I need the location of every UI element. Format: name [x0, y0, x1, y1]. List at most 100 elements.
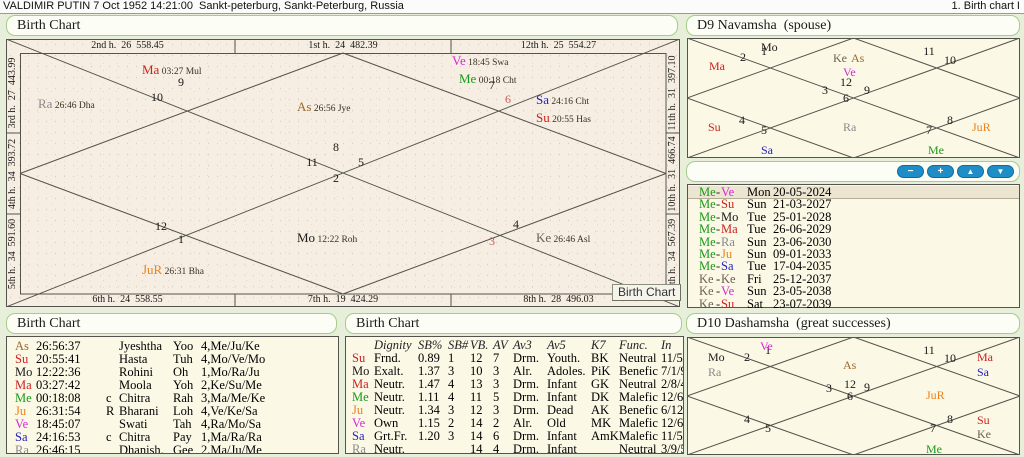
- dasha-row[interactable]: Me - Ju Sun 09-01-2033: [688, 247, 1019, 261]
- house-number: 10: [151, 90, 163, 104]
- dasha-date: 20-05-2024: [773, 185, 832, 199]
- planet-label: Ke: [977, 426, 991, 442]
- cell: Infant: [547, 442, 577, 454]
- cell-planet: Ra: [352, 442, 366, 454]
- dasha-row[interactable]: Me - Ra Sun 23-06-2030: [688, 234, 1019, 249]
- d10-chart-canvas[interactable]: 1 2 11 10 12 3 9 6 4 5 8 7 Ve Mo Ra As Ma Sa JuR Su Ke Me: [687, 337, 1020, 455]
- cell-lords: 2,Ma/Ju/Me: [201, 443, 262, 454]
- house-number: 6: [843, 91, 849, 105]
- bhava-label: 8th h. 28 496.03: [523, 294, 594, 305]
- bhava-label: 4th h. 34 393.72: [7, 138, 18, 209]
- dasha-date: 26-06-2029: [773, 222, 832, 237]
- planet-label: Me: [926, 441, 942, 457]
- cell: 3/9/5: [661, 442, 683, 454]
- d9-chart-canvas[interactable]: 1 2 11 10 12 3 9 6 4 5 8 7 Mo Ma Ke As Ve Su Sa Ra JuR Me: [687, 38, 1020, 158]
- dasha-sublord: Sa: [721, 259, 734, 274]
- planet-label: JuR: [972, 119, 991, 135]
- down-button[interactable]: ▼: [987, 165, 1014, 178]
- dasha-dash: -: [716, 209, 721, 224]
- planet-abbr: Ra: [708, 365, 722, 379]
- bhava-label: 1st h. 24 482.39: [308, 40, 378, 51]
- dasha-row[interactable]: Me - Su Sun 21-03-2027: [688, 197, 1019, 212]
- dasha-dash: -: [716, 284, 721, 299]
- dasha-row[interactable]: Ke - Ve Sun 23-05-2038: [688, 284, 1019, 299]
- dasha-dash: -: [716, 247, 721, 261]
- dasha-list[interactable]: Me - Ve Mon 20-05-2024 Me - Su Sun 21-03-2027 Me - M…: [687, 184, 1020, 311]
- planet-label: Ma: [977, 349, 993, 365]
- planet-degree: 26:46 Asl: [551, 235, 591, 245]
- dasha-row[interactable]: Me - Sa Tue 17-04-2035: [688, 259, 1019, 274]
- vimshottari-header: Vimshottari −+▲▼: [686, 161, 1020, 198]
- cell: AmK: [591, 429, 619, 443]
- main-chart-header: Birth Chart: [6, 15, 678, 36]
- planet-label: Ma 03:27 Mul: [142, 62, 202, 78]
- dasha-row[interactable]: Ke - Ke Fri 25-12-2037: [688, 271, 1019, 286]
- planet-degree: 03:27 Mul: [159, 67, 202, 77]
- planet-degree: 26:56 Jye: [311, 104, 351, 114]
- planet-abbr: Su: [708, 120, 721, 134]
- house-number: 6: [505, 92, 511, 106]
- bhava-label: 6th h. 24 558.55: [92, 294, 163, 305]
- person-birth-data: VALDIMIR PUTIN 7 Oct 1952 14:21:00 Sankt…: [3, 0, 404, 12]
- house-number: 11: [923, 343, 935, 357]
- dasha-row[interactable]: Me - Ma Tue 26-06-2029: [688, 222, 1019, 237]
- planet-label: Ke 26:46 Asl: [536, 230, 590, 246]
- house-number: 5: [765, 421, 771, 435]
- title-bar: VALDIMIR PUTIN 7 Oct 1952 14:21:00 Sankt…: [0, 0, 1024, 14]
- planet-degree: 24:16 Cht: [549, 97, 590, 107]
- strengths-table: Dignity SB% SB# VB. AV Av3 Av5 K7 Func. In Su Frnd.…: [345, 336, 684, 454]
- dasha-date: 25-12-2037: [773, 271, 832, 286]
- cell-nakshatra: Dhanish.: [119, 443, 164, 454]
- dasha-date: 23-06-2030: [773, 234, 832, 249]
- planet-abbr: JuR: [926, 388, 945, 402]
- dasha-day: Fri: [747, 271, 762, 286]
- planet-label: JuR 26:31 Bha: [142, 262, 204, 278]
- dasha-row[interactable]: Ke - Su Sat 23-07-2039: [688, 296, 1019, 311]
- planet-label: Ra 26:46 Dha: [38, 96, 95, 112]
- planet-label: As: [843, 357, 856, 373]
- planet-label: Sa: [977, 364, 989, 380]
- planet-label: Ra: [843, 119, 856, 135]
- planet-label: JuR: [926, 387, 945, 403]
- dasha-dash: -: [716, 234, 721, 249]
- up-icon: ▲: [966, 167, 975, 176]
- dasha-dash: -: [716, 185, 721, 199]
- dasha-dash: -: [716, 259, 721, 274]
- dasha-row[interactable]: Me - Ve Mon 20-05-2024: [688, 185, 1019, 200]
- house-number: 8: [947, 412, 953, 426]
- planet-abbr: Ke: [536, 230, 552, 245]
- cell: 1.20: [418, 429, 440, 443]
- house-number: 10: [944, 351, 956, 365]
- dasha-dash: -: [716, 296, 721, 311]
- cell-deg: 26:46:15: [36, 443, 81, 454]
- plus-button[interactable]: +: [927, 165, 954, 178]
- house-number: 10: [944, 53, 956, 67]
- bhava-label: 10th h. 31 466.74: [667, 135, 678, 212]
- position-row: Ra 26:46:15 Dhanish. Gee 2,Ma/Ju/Me: [7, 444, 338, 454]
- planet-degree: 26:46 Dha: [52, 101, 95, 111]
- house-number: 3: [826, 381, 832, 395]
- planet-degree: 18:45 Swa: [465, 58, 509, 68]
- chart-lines: [6, 39, 680, 307]
- dasha-lord: Me: [699, 197, 716, 212]
- dasha-day: Sun: [747, 234, 767, 249]
- birth-chart-canvas[interactable]: 9 10 8 11 5 2 7 6 12 1 4 3 Ma 03:27 Mul Ra 26:46 Dha A…: [6, 39, 680, 307]
- strengths-table-header: Birth Chart: [345, 313, 682, 334]
- house-number: 5: [761, 123, 767, 137]
- dasha-sublord: Ju: [721, 247, 733, 261]
- planet-label: Ra: [708, 364, 721, 380]
- dasha-date: 09-01-2033: [773, 247, 832, 261]
- up-button[interactable]: ▲: [957, 165, 984, 178]
- cell: 3: [448, 429, 455, 443]
- dasha-day: Sun: [747, 284, 767, 299]
- dasha-day: Mon: [747, 185, 771, 199]
- planet-degree: 26:31 Bha: [162, 267, 204, 277]
- planet-label: Sa 24:16 Cht: [536, 92, 589, 108]
- planet-abbr: Ve: [452, 53, 466, 68]
- planet-degree: 20:55 Has: [549, 115, 591, 125]
- minus-button[interactable]: −: [897, 165, 924, 178]
- cell-flag: c: [106, 430, 112, 444]
- chart-tooltip: Birth Chart: [612, 284, 682, 301]
- d10-chart-header: D10 Dashamsha (great successes): [686, 313, 1020, 334]
- house-number: 11: [306, 155, 318, 169]
